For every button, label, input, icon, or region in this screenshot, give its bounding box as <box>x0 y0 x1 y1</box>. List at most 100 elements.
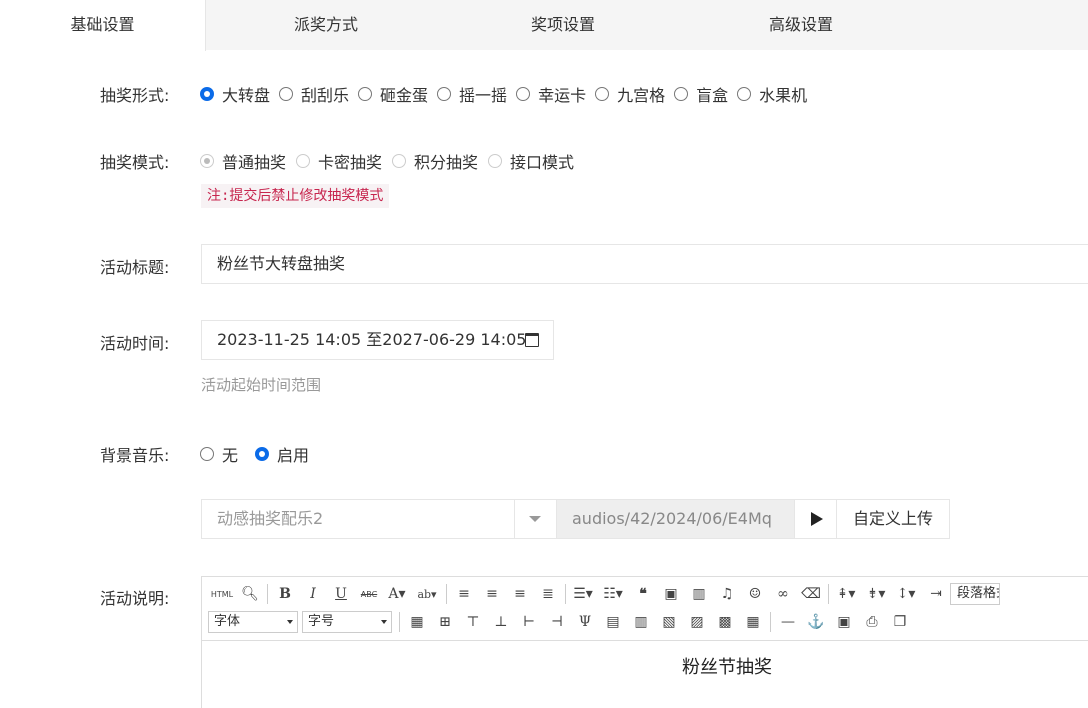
ordered-list-icon[interactable]: ☰▾ <box>573 584 593 604</box>
horizontal-rule-icon[interactable]: — <box>778 612 798 632</box>
draw-form-option-lucky-card[interactable]: 幸运卡 <box>516 82 586 106</box>
split-cols-icon[interactable]: ▩ <box>715 612 735 632</box>
bg-music-option-none[interactable]: 无 <box>200 442 238 466</box>
radio-icon[interactable] <box>595 87 610 101</box>
insert-row-icon[interactable]: ⊥ <box>491 612 511 632</box>
align-left-icon[interactable]: ≡ <box>454 584 474 604</box>
font-size-select[interactable]: 字号 <box>302 611 392 633</box>
insert-col-right-icon[interactable]: ⊢ <box>519 612 539 632</box>
tab-advanced-settings[interactable]: 高级设置 <box>701 0 901 50</box>
tab-label: 基础设置 <box>70 15 135 34</box>
draw-mode-option-points: 积分抽奖 <box>392 149 478 173</box>
activity-title-label: 活动标题: <box>100 258 170 277</box>
tab-basic-settings[interactable]: 基础设置 <box>0 0 206 51</box>
delete-col-icon[interactable]: ▥ <box>631 612 651 632</box>
merge-icon[interactable]: Ψ <box>575 612 595 632</box>
chevron-down-icon[interactable] <box>514 500 556 538</box>
draw-form-option-shake[interactable]: 摇一摇 <box>437 82 507 106</box>
spacing-top-icon[interactable]: ⇞▾ <box>836 584 856 604</box>
highlight-icon[interactable]: ab▾ <box>417 584 437 604</box>
video-icon[interactable]: ▥ <box>689 584 709 604</box>
insert-table-icon[interactable]: ▦ <box>407 612 427 632</box>
radio-icon[interactable] <box>279 87 294 101</box>
image-icon[interactable]: ▣ <box>661 584 681 604</box>
anchor-icon[interactable]: ⚓ <box>806 612 826 632</box>
paste-plain-icon[interactable]: ❐ <box>890 612 910 632</box>
underline-icon[interactable]: U <box>331 584 351 604</box>
activity-time-value: 2023-11-25 14:05 至2027-06-29 14:05 <box>217 330 527 349</box>
option-label: 盲盒 <box>696 86 729 105</box>
preview-icon[interactable]: 🔍︎ <box>240 584 260 604</box>
print-icon[interactable]: ⎙ <box>862 612 882 632</box>
insert-frame-icon[interactable]: ▣ <box>834 612 854 632</box>
insert-col-left-icon[interactable]: ⊣ <box>547 612 567 632</box>
table-properties-icon[interactable]: ⊞ <box>435 612 455 632</box>
draw-form-option-grid[interactable]: 九宫格 <box>595 82 665 106</box>
html-source-icon[interactable]: HTML <box>211 584 233 604</box>
bold-icon[interactable]: B <box>275 584 295 604</box>
toolbar-divider <box>828 584 829 604</box>
draw-form-option-wheel[interactable]: 大转盘 <box>200 82 270 106</box>
radio-checked-icon[interactable] <box>200 87 214 101</box>
option-label: 水果机 <box>759 86 808 105</box>
align-right-icon[interactable]: ≡ <box>510 584 530 604</box>
radio-icon[interactable] <box>437 87 452 101</box>
draw-form-option-scratch[interactable]: 刮刮乐 <box>279 82 349 106</box>
radio-icon[interactable] <box>516 87 531 101</box>
bg-music-option-enable[interactable]: 启用 <box>255 442 309 466</box>
tab-prize-dispatch[interactable]: 派奖方式 <box>226 0 426 50</box>
music-track-select[interactable]: 动感抽奖配乐2 <box>201 499 557 539</box>
split-rows-icon[interactable]: ▨ <box>687 612 707 632</box>
italic-icon[interactable]: I <box>303 584 323 604</box>
option-label: 幸运卡 <box>538 86 587 105</box>
radio-icon[interactable] <box>200 447 214 461</box>
font-color-icon[interactable]: A▾ <box>387 584 407 604</box>
toolbar-row-1: HTML 🔍︎ B I U ABC A▾ ab▾ ≡ ≡ ≡ ≣ ☰▾ ☷▾ ❝… <box>208 582 1000 606</box>
emoji-icon[interactable]: ☺ <box>745 584 765 604</box>
draw-mode-note: 注:提交后禁止修改抽奖模式 <box>201 184 390 208</box>
draw-form-option-egg[interactable]: 砸金蛋 <box>358 82 428 106</box>
delete-table-icon[interactable]: ▦ <box>743 612 763 632</box>
editor-content-area[interactable]: 粉丝节抽奖 <box>202 641 1088 708</box>
activity-time-input[interactable]: 2023-11-25 14:05 至2027-06-29 14:05 <box>201 320 554 360</box>
draw-form-radio-group: 大转盘 刮刮乐 砸金蛋 摇一摇 幸运卡 九宫格 盲盒 水果机 <box>200 82 816 106</box>
activity-time-hint: 活动起始时间范围 <box>201 376 322 394</box>
strikethrough-icon[interactable]: ABC <box>359 584 379 604</box>
editor-content-text: 粉丝节抽奖 <box>682 657 772 678</box>
option-label: 卡密抽奖 <box>318 153 383 172</box>
font-family-select[interactable]: 字体 <box>208 611 298 633</box>
radio-icon[interactable] <box>674 87 689 101</box>
radio-icon <box>488 154 503 168</box>
custom-upload-button[interactable]: 自定义上传 <box>837 499 950 539</box>
paragraph-format-select[interactable]: 段落格式 <box>950 583 1000 605</box>
spacing-bottom-icon[interactable]: ⇟▾ <box>866 584 886 604</box>
play-icon[interactable] <box>795 499 837 539</box>
insert-caption-icon[interactable]: ⊤ <box>463 612 483 632</box>
toolbar-divider <box>446 584 447 604</box>
draw-form-option-fruit-machine[interactable]: 水果机 <box>737 82 807 106</box>
radio-checked-icon[interactable] <box>255 447 270 461</box>
tab-bar: 基础设置 派奖方式 奖项设置 高级设置 <box>0 0 1088 51</box>
radio-icon[interactable] <box>358 87 373 101</box>
radio-icon[interactable] <box>737 87 752 101</box>
tab-prize-settings[interactable]: 奖项设置 <box>463 0 663 50</box>
music-icon[interactable]: ♫ <box>717 584 737 604</box>
line-height-icon[interactable]: ↕▾ <box>896 584 916 604</box>
delete-row-icon[interactable]: ▤ <box>603 612 623 632</box>
option-label: 大转盘 <box>222 86 271 105</box>
align-justify-icon[interactable]: ≣ <box>538 584 558 604</box>
toolbar-divider <box>565 584 566 604</box>
option-label: 砸金蛋 <box>380 86 429 105</box>
unordered-list-icon[interactable]: ☷▾ <box>603 584 623 604</box>
option-label: 接口模式 <box>510 153 575 172</box>
align-center-icon[interactable]: ≡ <box>482 584 502 604</box>
draw-form-option-blind-box[interactable]: 盲盒 <box>674 82 728 106</box>
activity-title-input[interactable]: 粉丝节大转盘抽奖 <box>201 244 1088 284</box>
blockquote-icon[interactable]: ❝ <box>633 584 653 604</box>
draw-mode-label: 抽奖模式: <box>100 153 170 172</box>
indent-icon[interactable]: ⇥ <box>926 584 946 604</box>
option-label: 摇一摇 <box>459 86 508 105</box>
eraser-icon[interactable]: ⌫ <box>801 584 821 604</box>
link-icon[interactable]: ∞ <box>773 584 793 604</box>
split-cells-icon[interactable]: ▧ <box>659 612 679 632</box>
